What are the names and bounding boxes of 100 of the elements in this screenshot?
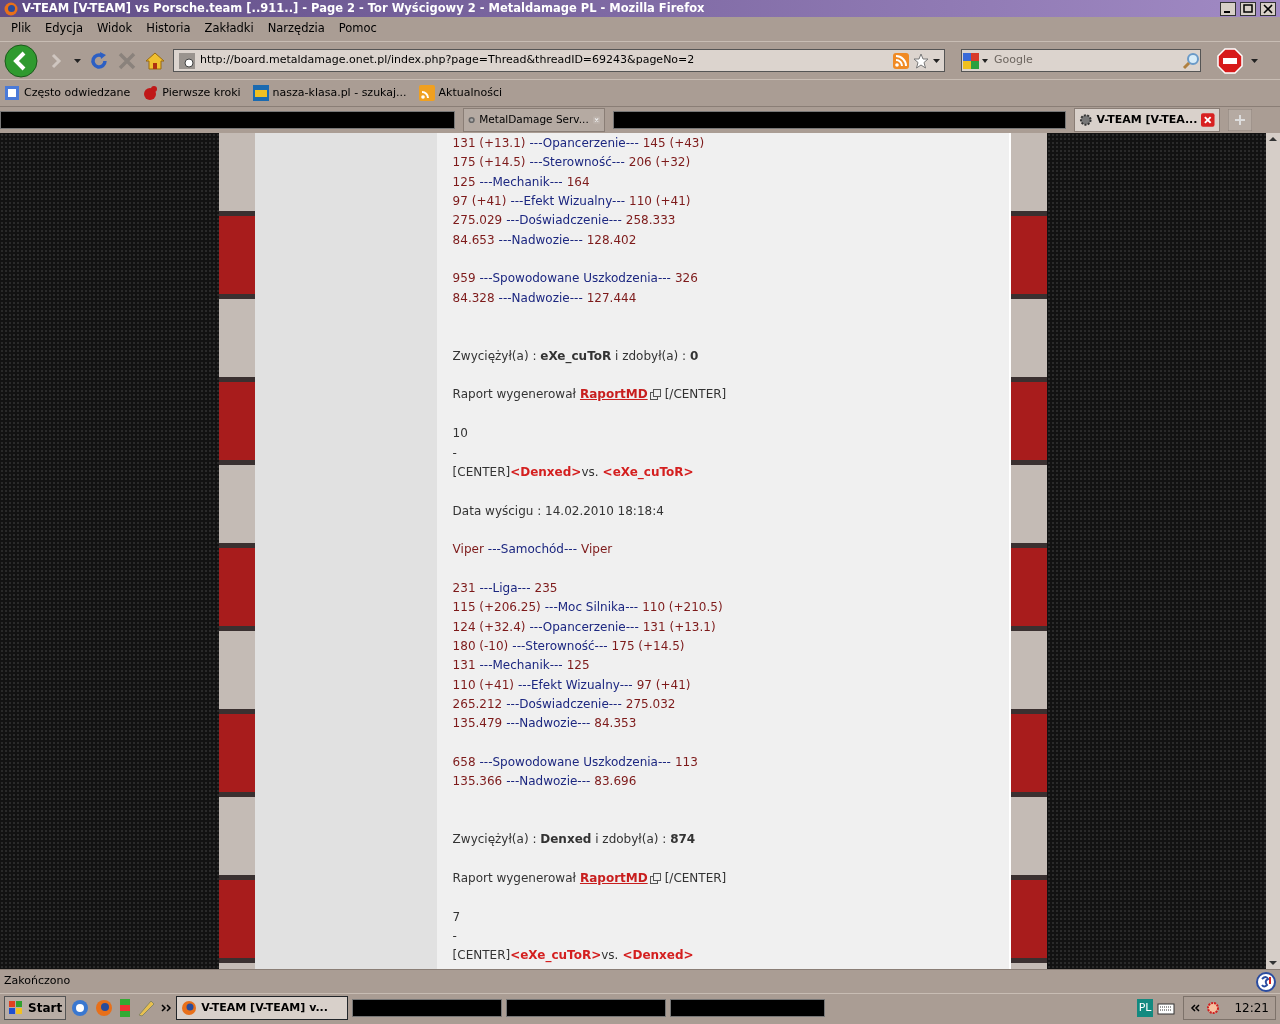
- dropdown-arrow-icon[interactable]: [933, 58, 940, 63]
- stat-value: 265.212: [452, 696, 503, 711]
- stat-value: 110 (+41): [452, 677, 514, 692]
- nk-icon[interactable]: [252, 85, 269, 101]
- bookmark-item[interactable]: Aktualności: [438, 84, 503, 102]
- bbcode-tag: [/CENTER]: [664, 871, 727, 886]
- player-name: <Denxed>: [510, 464, 582, 479]
- rss-icon[interactable]: [418, 85, 435, 101]
- stat-label: ---Doświadczenie---: [506, 213, 622, 228]
- chevron-left-icon[interactable]: [1190, 1003, 1201, 1013]
- stat-value: 124 (+32.4): [452, 619, 526, 634]
- close-icon[interactable]: [1260, 1, 1276, 16]
- post-text: 7: [452, 909, 461, 924]
- stat-label: ---Samochód---: [487, 542, 577, 557]
- tab-label: MetalDamage Serv...: [479, 112, 589, 128]
- search-engine-icon[interactable]: [962, 50, 990, 71]
- firefox-icon: [181, 1000, 198, 1016]
- stat-label: ---Spowodowane Uszkodzenia---: [479, 271, 671, 286]
- stat-value: 135.479: [452, 716, 503, 731]
- stat-label: ---Nadwozie---: [498, 290, 583, 305]
- chevron-icon[interactable]: [160, 1002, 173, 1014]
- firefox-icon[interactable]: [94, 998, 115, 1018]
- adblock-icon[interactable]: [1217, 47, 1243, 74]
- stat-label: ---Nadwozie---: [506, 716, 591, 731]
- post-text: Raport wygenerował: [452, 387, 576, 402]
- firefox-icon: [4, 1, 18, 16]
- language-indicator[interactable]: PL: [1136, 998, 1154, 1018]
- stat-value: 180 (-10): [452, 638, 509, 653]
- minimize-icon[interactable]: [1220, 1, 1236, 16]
- stat-label: ---Sterowność---: [529, 155, 625, 170]
- status-text: Zakończono: [4, 973, 71, 990]
- stat-value: 175 (+14.5): [452, 155, 526, 170]
- stat-value: 658: [452, 755, 476, 769]
- browser-tab[interactable]: MetalDamage Serv...: [463, 108, 605, 132]
- gear-icon: [1079, 113, 1093, 127]
- player-name: <eXe_cuToR>: [602, 464, 694, 479]
- post-text: Data wyścigu : 14.02.2010 18:18:4: [452, 503, 664, 518]
- star-icon[interactable]: [913, 52, 929, 69]
- reload-icon[interactable]: [89, 50, 109, 71]
- bookmark-item[interactable]: Często odwiedzane: [24, 84, 131, 102]
- raport-link[interactable]: RaportMD: [579, 387, 648, 402]
- stat-value: 275.032: [625, 696, 676, 711]
- stat-label: ---Mechanik---: [479, 174, 563, 189]
- stat-value: 125: [452, 174, 476, 189]
- stat-value: 84.653: [452, 232, 495, 247]
- stat-label: ---Opancerzenie---: [529, 619, 639, 634]
- start-button[interactable]: Start: [4, 996, 67, 1020]
- menu-item[interactable]: Zakładki: [197, 20, 261, 38]
- stat-value: 275.029: [452, 213, 503, 228]
- stat-value: 135.366: [452, 774, 503, 789]
- back-icon[interactable]: [4, 43, 38, 78]
- bookmark-item[interactable]: nasza-klasa.pl - szukaj...: [272, 84, 407, 102]
- menu-item[interactable]: Plik: [4, 20, 38, 38]
- stat-value: 97 (+41): [636, 677, 691, 692]
- page-icon[interactable]: [4, 85, 20, 101]
- maximize-icon[interactable]: [1240, 1, 1256, 16]
- post-text: vs.: [581, 464, 599, 479]
- dropdown-arrow-icon[interactable]: [74, 58, 81, 63]
- stat-value: 235: [534, 580, 558, 595]
- home-icon[interactable]: [145, 51, 165, 70]
- stat-label: ---Sterowność---: [512, 638, 608, 653]
- stat-value: 125: [566, 658, 590, 673]
- keyboard-icon[interactable]: [1157, 1001, 1176, 1015]
- external-link-icon[interactable]: [649, 389, 661, 401]
- bookmark-item[interactable]: Pierwsze kroki: [162, 84, 241, 102]
- menu-item[interactable]: Edycja: [38, 20, 90, 38]
- external-link-icon[interactable]: [649, 873, 661, 885]
- post-text: 10: [452, 426, 468, 441]
- stat-value: 326: [674, 271, 698, 286]
- status-app-icon[interactable]: [1256, 971, 1276, 992]
- stat-value: 97 (+41): [452, 194, 507, 209]
- taskbar-button[interactable]: V-TEAM [V-TEAM] v...: [176, 996, 349, 1020]
- new-tab-icon[interactable]: [1228, 109, 1252, 131]
- menu-item[interactable]: Widok: [89, 20, 140, 38]
- dropdown-arrow-icon[interactable]: [1251, 58, 1258, 63]
- window-title: V-TEAM [V-TEAM] vs Porsche.team [..911..] - Page 2 - Tor Wyścigowy 2 - Metaldamage PL - Mozilla Firefox: [22, 0, 706, 17]
- raport-link[interactable]: RaportMD: [579, 871, 648, 886]
- stat-value: 115 (+206.25): [452, 600, 541, 615]
- player-name: <Denxed>: [622, 948, 694, 963]
- windows-logo-icon: [8, 1000, 24, 1016]
- scrollbar[interactable]: [1266, 133, 1280, 969]
- stat-value: 127.444: [586, 290, 637, 305]
- stat-label: ---Efekt Wizualny---: [518, 677, 633, 692]
- browser-tab[interactable]: V-TEAM [V-TEA...: [1074, 108, 1220, 132]
- stat-value: 84.328: [452, 290, 495, 305]
- stat-value: 131 (+13.1): [452, 136, 526, 150]
- stat-value: 131: [452, 658, 476, 673]
- stat-value: 959: [452, 271, 476, 286]
- menu-item[interactable]: Historia: [139, 20, 198, 38]
- stat-label: ---Efekt Wizualny---: [510, 194, 626, 209]
- stat-value: 128.402: [586, 232, 637, 247]
- stat-value: 83.696: [594, 774, 637, 789]
- browser-icon[interactable]: [70, 998, 91, 1018]
- bug-icon[interactable]: [142, 85, 159, 101]
- rss-icon[interactable]: [893, 52, 909, 69]
- menu-item[interactable]: Pomoc: [331, 20, 384, 38]
- stat-label: ---Moc Silnika---: [544, 600, 639, 615]
- menu-item[interactable]: Narzędzia: [260, 20, 332, 38]
- search-icon[interactable]: [1182, 51, 1200, 70]
- bbcode-tag: [/CENTER]: [664, 387, 727, 402]
